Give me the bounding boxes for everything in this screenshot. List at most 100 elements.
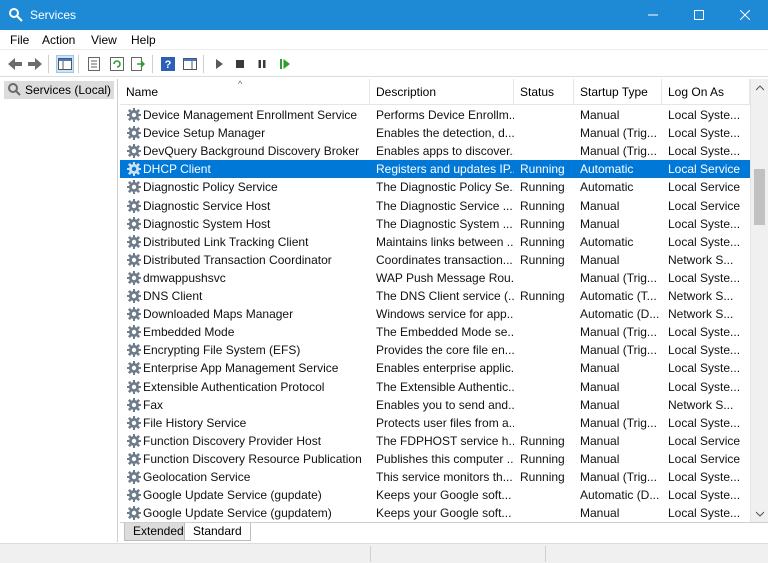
show-hide-action-pane-icon[interactable]: [181, 55, 199, 73]
export-list-icon[interactable]: [129, 55, 147, 73]
scroll-up-arrow-icon[interactable]: [751, 79, 768, 96]
service-log-on-as: Local Syste...: [668, 325, 741, 340]
properties-icon[interactable]: [85, 55, 103, 73]
service-startup-type: Manual: [580, 506, 620, 521]
service-description: WAP Push Message Rou...: [376, 270, 514, 285]
service-startup-type: Manual (Trig...: [580, 470, 657, 484]
back-icon[interactable]: [6, 55, 24, 73]
tree-item-services-local[interactable]: Services (Local): [4, 81, 115, 99]
service-row[interactable]: Function Discovery Provider Host The FDPH…: [120, 432, 750, 450]
services-node-icon: [7, 82, 21, 99]
service-log-on-as: Local Syste...: [668, 126, 741, 141]
svg-text:?: ?: [165, 59, 172, 71]
forward-icon[interactable]: [26, 55, 44, 73]
service-status: [520, 378, 576, 396]
service-row[interactable]: Device Setup Manager Enables the detectio…: [120, 124, 750, 142]
service-status: [520, 359, 576, 377]
service-status: Running: [520, 180, 565, 195]
service-row[interactable]: DNS Client The DNS Client service (... Run…: [120, 287, 750, 305]
service-gear-icon: [126, 451, 142, 467]
service-row[interactable]: Enterprise App Management Service Enables…: [120, 359, 750, 377]
start-service-icon[interactable]: [210, 55, 228, 73]
maximize-button[interactable]: [676, 0, 722, 30]
service-row[interactable]: DevQuery Background Discovery Broker Enab…: [120, 142, 750, 160]
service-row[interactable]: dmwappushsvc WAP Push Message Rou... Manua…: [120, 269, 750, 287]
service-startup-type: Automatic (D...: [580, 307, 660, 322]
refresh-icon[interactable]: [108, 55, 126, 73]
service-description: The Diagnostic System ...: [376, 216, 513, 231]
scroll-down-arrow-icon[interactable]: [751, 505, 768, 522]
service-gear-icon: [126, 433, 142, 449]
service-startup-type: Automatic: [580, 234, 634, 249]
service-row[interactable]: Device Management Enrollment Service Perf…: [120, 106, 750, 124]
service-startup-type: Manual (Trig...: [580, 325, 657, 340]
service-row[interactable]: Extensible Authentication Protocol The Ex…: [120, 378, 750, 396]
menu-action[interactable]: Action: [42, 33, 75, 47]
service-log-on-as: Local Syste...: [668, 216, 741, 231]
service-row[interactable]: File History Service Protects user files …: [120, 414, 750, 432]
stop-service-icon[interactable]: [231, 55, 249, 73]
service-row[interactable]: Fax Enables you to send and... Manual Netwo…: [120, 396, 750, 414]
service-row[interactable]: Downloaded Maps Manager Windows service f…: [120, 305, 750, 323]
service-row[interactable]: Geolocation Service This service monitors…: [120, 468, 750, 486]
column-header-startup-type[interactable]: Startup Type: [574, 79, 662, 105]
tab-standard[interactable]: Standard: [184, 523, 251, 541]
column-header-description[interactable]: Description: [370, 79, 514, 105]
minimize-button[interactable]: [630, 0, 676, 30]
service-name: File History Service: [143, 415, 247, 430]
vertical-scrollbar[interactable]: [750, 79, 768, 522]
service-row[interactable]: DHCP Client Registers and updates IP... Ru…: [120, 160, 750, 179]
service-row[interactable]: Distributed Transaction Coordinator Coord…: [120, 251, 750, 269]
service-name: Fax: [143, 397, 164, 412]
toolbar-separator: [48, 55, 49, 73]
service-status: [520, 323, 576, 341]
restart-service-icon[interactable]: [276, 55, 294, 73]
help-icon[interactable]: ?: [159, 55, 177, 73]
service-status: [520, 396, 576, 414]
service-description: Keeps your Google soft...: [376, 506, 512, 521]
service-row[interactable]: Google Update Service (gupdate) Keeps you…: [120, 486, 750, 504]
service-log-on-as: Local Service: [668, 180, 741, 195]
service-row[interactable]: Diagnostic System Host The Diagnostic Sys…: [120, 215, 750, 233]
service-gear-icon: [126, 161, 142, 177]
service-name: Embedded Mode: [143, 325, 235, 340]
service-description: The Diagnostic Policy Se...: [376, 180, 514, 195]
service-log-on-as: Local Service: [668, 433, 741, 448]
service-row[interactable]: Diagnostic Service Host The Diagnostic Se…: [120, 197, 750, 215]
service-description: This service monitors th...: [376, 470, 513, 484]
service-startup-type: Automatic: [580, 180, 634, 195]
window-title: Services: [30, 8, 77, 22]
service-gear-icon: [126, 505, 142, 521]
title-bar: Services: [0, 0, 768, 30]
service-name: Function Discovery Resource Publication: [143, 451, 362, 466]
column-header-log-on-as[interactable]: Log On As: [662, 79, 750, 105]
service-description: The FDPHOST service h...: [376, 433, 514, 448]
service-startup-type: Manual (Trig...: [580, 415, 657, 430]
show-hide-tree-icon[interactable]: [56, 55, 74, 73]
service-row[interactable]: Distributed Link Tracking Client Maintain…: [120, 233, 750, 251]
column-header-status[interactable]: Status: [514, 79, 574, 105]
scrollbar-thumb[interactable]: [754, 169, 765, 225]
service-status: [520, 305, 576, 323]
column-header-name[interactable]: Name: [120, 79, 370, 105]
pause-service-icon[interactable]: [253, 55, 271, 73]
service-name: Google Update Service (gupdate): [143, 488, 322, 503]
menu-help[interactable]: Help: [131, 33, 156, 47]
service-log-on-as: Local Service: [668, 162, 741, 177]
service-log-on-as: Local Syste...: [668, 270, 741, 285]
tab-extended[interactable]: Extended: [124, 523, 193, 541]
service-name: DNS Client: [143, 289, 203, 303]
close-button[interactable]: [722, 0, 768, 30]
service-description: The Diagnostic Service ...: [376, 198, 513, 213]
menu-file[interactable]: File: [10, 33, 29, 47]
service-log-on-as: Network S...: [668, 397, 734, 412]
service-description: Keeps your Google soft...: [376, 488, 512, 503]
service-row[interactable]: Encrypting File System (EFS) Provides the…: [120, 341, 750, 359]
service-row[interactable]: Function Discovery Resource Publication P…: [120, 450, 750, 468]
service-gear-icon: [126, 324, 142, 340]
column-header-row: ^ Name Description Status Startup Type L…: [120, 79, 750, 105]
menu-view[interactable]: View: [91, 33, 117, 47]
service-row[interactable]: Embedded Mode The Embedded Mode se... Manu…: [120, 323, 750, 341]
service-row[interactable]: Diagnostic Policy Service The Diagnostic …: [120, 178, 750, 196]
service-row[interactable]: Google Update Service (gupdatem) Keeps yo…: [120, 504, 750, 522]
